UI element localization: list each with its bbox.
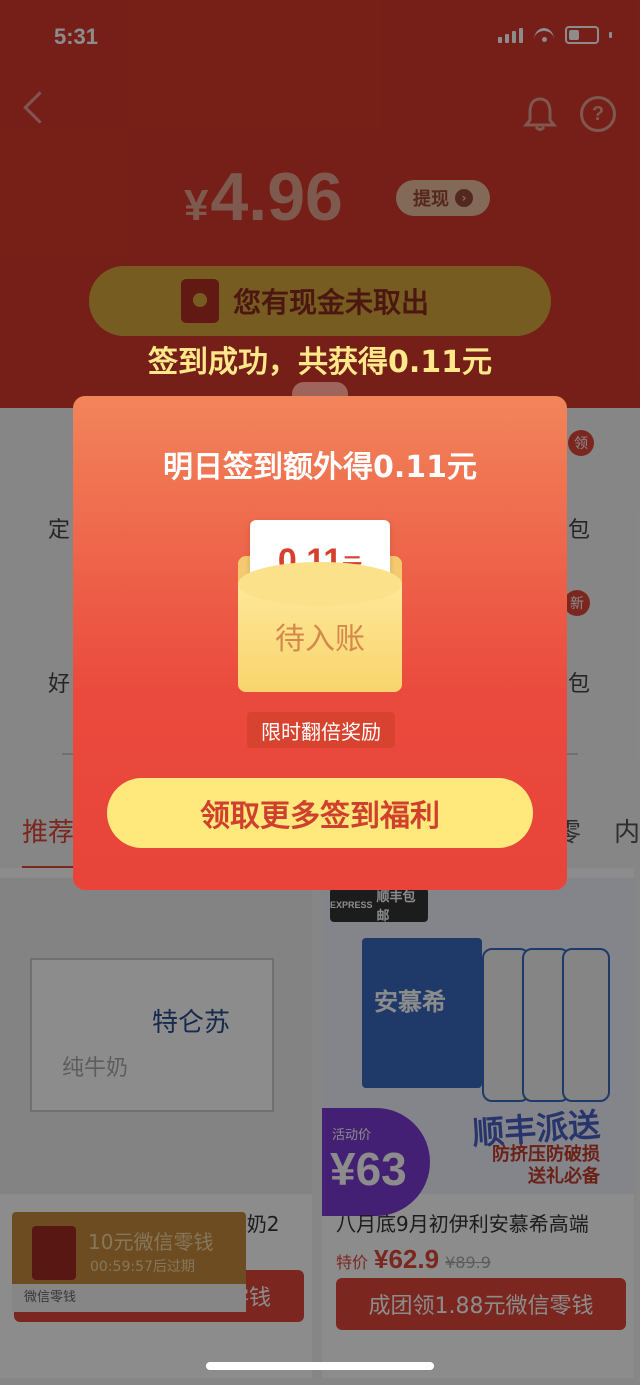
red-packet-illustration: 0.11元 待入账	[238, 520, 402, 692]
sign-success-text: 签到成功，共获得0.11元	[147, 345, 493, 380]
packet-front: 待入账	[238, 562, 402, 692]
double-reward-tag: 限时翻倍奖励	[247, 712, 395, 748]
modal-title: 明日签到额外得0.11元	[162, 450, 478, 485]
pending-status: 待入账	[275, 622, 365, 657]
home-indicator	[206, 1362, 434, 1370]
claim-more-button[interactable]: 领取更多签到福利	[107, 778, 533, 848]
sign-in-reward-modal: 明日签到额外得0.11元 0.11元 待入账 限时翻倍奖励 领取更多签到福利	[73, 396, 567, 890]
